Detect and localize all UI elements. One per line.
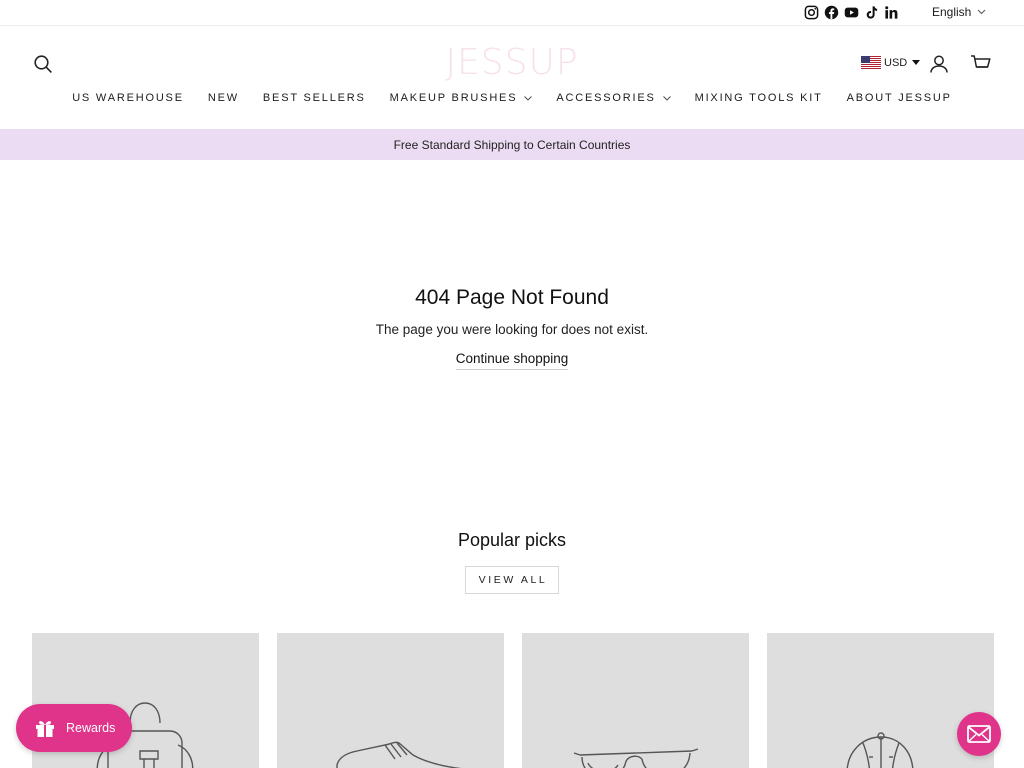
- top-utility-bar: English: [0, 0, 1024, 26]
- nav-item-best-sellers[interactable]: BEST SELLERS: [251, 92, 378, 104]
- product-card[interactable]: [522, 633, 749, 768]
- youtube-icon[interactable]: [844, 5, 859, 20]
- nav-item-us-warehouse[interactable]: US WAREHOUSE: [60, 92, 196, 104]
- continue-shopping-link[interactable]: Continue shopping: [455, 351, 569, 370]
- currency-selector[interactable]: USD: [861, 56, 921, 69]
- page-title: 404 Page Not Found: [415, 286, 609, 309]
- popular-picks-heading: Popular picks: [457, 530, 567, 550]
- sunglasses-placeholder-icon: [573, 748, 699, 768]
- nav-item-label: ACCESSORIES: [556, 92, 656, 104]
- account-button[interactable]: [929, 54, 949, 74]
- chevron-down-icon: [978, 9, 986, 15]
- main-navigation: US WAREHOUSE NEW BEST SELLERS MAKEUP BRU…: [0, 92, 1024, 104]
- nav-item-label: MIXING TOOLS KIT: [694, 92, 823, 104]
- nav-item-label: BEST SELLERS: [262, 92, 366, 104]
- product-card[interactable]: [277, 633, 504, 768]
- cart-icon: [971, 55, 991, 68]
- announcement-text: Free Standard Shipping to Certain Countr…: [393, 137, 631, 152]
- social-links: [804, 5, 899, 21]
- nav-item-label: NEW: [207, 92, 239, 104]
- product-card[interactable]: [767, 633, 994, 768]
- envelope-icon: [967, 725, 991, 743]
- continue-wrapper: Continue shopping: [0, 350, 1024, 370]
- rewards-launcher[interactable]: Rewards: [16, 704, 132, 752]
- sneaker-placeholder-icon: [336, 741, 461, 768]
- cap-placeholder-icon: [846, 732, 914, 768]
- view-all-wrapper: VIEW ALL: [0, 566, 1024, 594]
- rewards-label: Rewards: [66, 721, 116, 735]
- facebook-icon[interactable]: [824, 5, 839, 20]
- nav-item-label: ABOUT JESSUP: [846, 92, 952, 104]
- nav-item-mixing-tools-kit[interactable]: MIXING TOOLS KIT: [683, 92, 835, 104]
- language-label: English: [932, 5, 972, 19]
- nav-item-label: MAKEUP BRUSHES: [389, 92, 518, 104]
- tiktok-icon[interactable]: [864, 5, 879, 20]
- nav-item-accessories[interactable]: ACCESSORIES: [544, 92, 682, 104]
- nav-item-makeup-brushes[interactable]: MAKEUP BRUSHES: [378, 92, 545, 104]
- announcement-bar: Free Standard Shipping to Certain Countr…: [0, 129, 1024, 160]
- cart-button[interactable]: [970, 54, 992, 74]
- linkedin-icon[interactable]: [884, 5, 899, 20]
- gift-icon: [36, 721, 54, 737]
- user-icon: [930, 55, 948, 73]
- chat-launcher[interactable]: [957, 712, 1001, 756]
- nav-item-about-jessup[interactable]: ABOUT JESSUP: [835, 92, 964, 104]
- language-selector[interactable]: English: [932, 5, 986, 19]
- nav-item-new[interactable]: NEW: [196, 92, 251, 104]
- chevron-down-icon: [662, 95, 671, 101]
- chevron-down-icon: [524, 95, 533, 101]
- product-grid: [32, 633, 994, 768]
- instagram-icon[interactable]: [804, 5, 819, 20]
- view-all-button[interactable]: VIEW ALL: [464, 566, 560, 594]
- nav-item-label: US WAREHOUSE: [72, 92, 184, 104]
- us-flag-icon: [861, 56, 881, 69]
- error-message: The page you were looking for does not e…: [375, 322, 649, 337]
- currency-label: USD: [884, 56, 908, 69]
- caret-down-icon: [912, 60, 921, 65]
